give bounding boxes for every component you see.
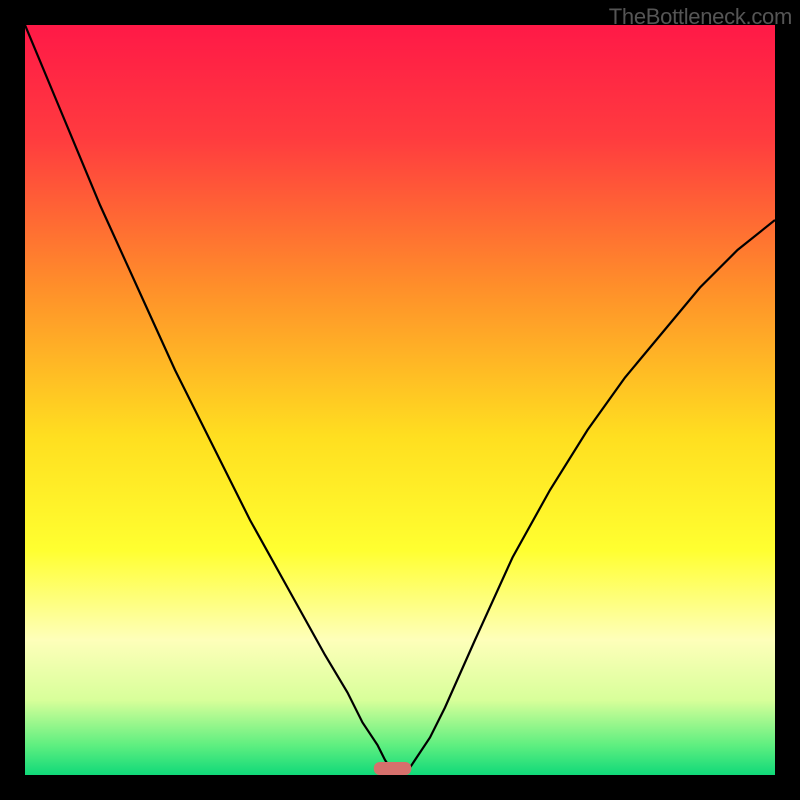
- chart-background: [25, 25, 775, 775]
- watermark-text: TheBottleneck.com: [609, 4, 792, 30]
- chart-svg: [25, 25, 775, 775]
- optimal-marker: [374, 762, 412, 775]
- chart-frame: [25, 25, 775, 775]
